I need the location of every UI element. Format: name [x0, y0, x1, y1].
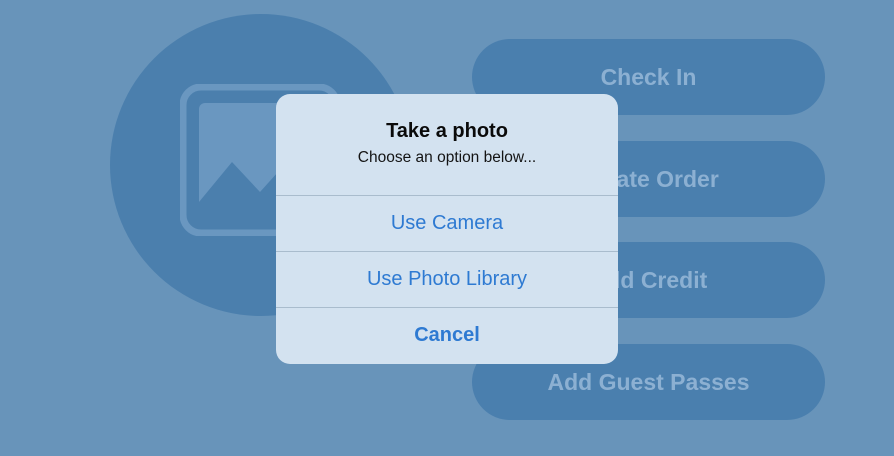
cancel-button[interactable]: Cancel [276, 307, 618, 363]
add-guest-passes-button-label: Add Guest Passes [547, 368, 750, 395]
screen: Check In Create Order Add Credit Add Gue… [0, 0, 894, 456]
check-in-button-label: Check In [600, 63, 697, 90]
use-camera-button-label: Use Camera [390, 212, 504, 234]
alert-header: Take a photo Choose an option below... [276, 94, 618, 195]
alert-message: Choose an option below... [357, 149, 537, 166]
use-camera-button[interactable]: Use Camera [276, 195, 618, 251]
use-photo-library-button[interactable]: Use Photo Library [276, 251, 618, 307]
use-photo-library-button-label: Use Photo Library [366, 268, 528, 290]
cancel-button-label: Cancel [414, 324, 480, 346]
take-photo-alert: Take a photo Choose an option below... U… [276, 94, 618, 364]
alert-title: Take a photo [386, 120, 508, 142]
